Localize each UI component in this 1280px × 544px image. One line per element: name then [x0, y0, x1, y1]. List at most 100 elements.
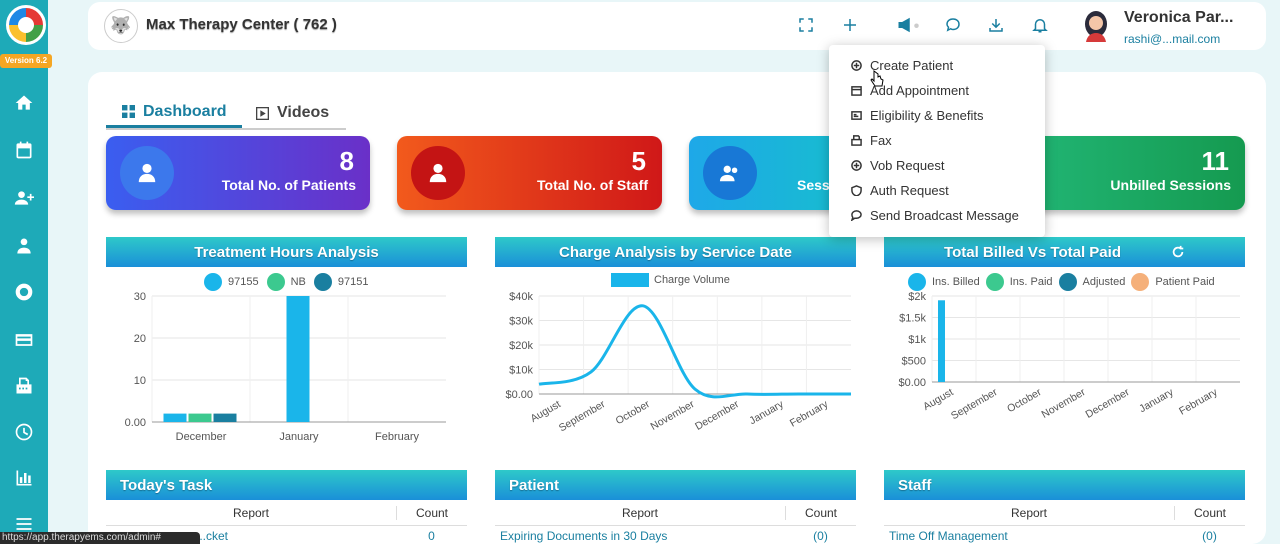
card-total-patients[interactable]: 8 Total No. of Patients — [106, 136, 370, 210]
id-card-icon — [851, 110, 862, 120]
menu-item-label: Vob Request — [870, 157, 945, 173]
tab-videos[interactable]: Videos — [256, 98, 329, 128]
y-tick-label: 30 — [134, 291, 146, 303]
bar — [213, 413, 237, 422]
charge-analysis-title: Charge Analysis by Service Date — [495, 237, 856, 267]
billed-vs-paid-chart: $0.00 $500 $1k $1.5k $2k AugustSeptember Octob… — [898, 291, 1240, 422]
sessions-icon — [703, 146, 757, 200]
report-column-header: Report — [621, 505, 659, 520]
y-tick-label: $2k — [908, 291, 926, 303]
x-tick-label: December — [693, 398, 741, 433]
treatment-hours-panel: Treatment Hours Analysis 97155 NB 97151 … — [106, 237, 467, 447]
x-tick-label: August — [528, 398, 562, 425]
menu-item-eligibility-benefits[interactable]: Eligibility & Benefits — [851, 105, 983, 125]
table-header: Report Count — [495, 500, 856, 526]
x-tick-label: February — [1177, 386, 1220, 418]
billed-vs-paid-header: Total Billed Vs Total Paid — [884, 237, 1245, 267]
calendar-icon[interactable] — [12, 138, 36, 162]
top-bar: 🐺 Max Therapy Center ( 762 ) Veronica Pa… — [88, 2, 1266, 50]
plus-circle-icon — [851, 59, 862, 71]
bell-icon[interactable] — [1031, 16, 1049, 34]
y-tick-label: $1k — [908, 334, 926, 346]
x-tick-label: February — [375, 431, 420, 443]
card-unbilled-sessions[interactable]: 11 Unbilled Sessions — [1030, 136, 1245, 210]
y-tick-label: $20k — [509, 340, 533, 352]
unbilled-count: 11 — [1201, 146, 1230, 176]
table-row[interactable]: Time Off Management (0) — [884, 526, 1245, 544]
menu-item-add-appointment[interactable]: Add Appointment — [851, 80, 969, 100]
x-tick-label: August — [921, 386, 955, 413]
credit-card-icon[interactable] — [12, 328, 36, 352]
menu-item-create-patient[interactable]: Create Patient — [851, 55, 953, 75]
user-name[interactable]: Veronica Par... — [1124, 9, 1233, 27]
x-tick-label: October — [614, 398, 653, 427]
megaphone-icon[interactable] — [893, 16, 925, 34]
users-icon[interactable] — [12, 234, 36, 258]
refresh-icon[interactable] — [1171, 245, 1185, 259]
x-tick-label: January — [1137, 386, 1176, 415]
version-badge: Version 6.2 — [0, 54, 52, 68]
y-tick-label: 20 — [134, 333, 146, 345]
patient-title: Patient — [495, 470, 856, 500]
plus-icon[interactable] — [841, 16, 859, 34]
mouse-cursor-icon — [870, 70, 884, 87]
y-tick-label: $0.00 — [898, 377, 926, 389]
staff-title: Staff — [884, 470, 1245, 500]
organization-logo: 🐺 — [104, 9, 138, 43]
x-tick-label: November — [649, 398, 697, 433]
x-tick-label: December — [1084, 386, 1132, 421]
menu-item-vob-request[interactable]: Vob Request — [851, 155, 944, 175]
chat-icon[interactable] — [944, 16, 962, 34]
shield-icon — [851, 184, 862, 196]
report-column-header: Report — [232, 505, 270, 520]
y-tick-label: $10k — [509, 365, 533, 377]
download-icon[interactable] — [987, 16, 1005, 34]
bar — [188, 413, 212, 422]
x-tick-label: December — [176, 431, 227, 443]
table-row[interactable]: Expiring Documents in 30 Days (0) — [495, 526, 856, 544]
report-cell[interactable]: Expiring Documents in 30 Days — [495, 529, 785, 543]
y-tick-label: $30k — [509, 316, 533, 328]
patient-icon — [120, 146, 174, 200]
count-column-header: Count — [785, 505, 856, 520]
bar-chart-icon[interactable] — [12, 466, 36, 490]
x-tick-label: November — [1040, 386, 1088, 421]
charge-analysis-chart: $0.00 $10k $20k $30k $40k AugustSeptember Octo… — [505, 291, 851, 434]
user-email: rashi@...mail.com — [1124, 32, 1221, 46]
tab-dashboard[interactable]: Dashboard — [106, 98, 242, 128]
tab-videos-label: Videos — [277, 104, 330, 121]
menu-item-auth-request[interactable]: Auth Request — [851, 180, 949, 200]
patients-label: Total No. of Patients — [221, 177, 356, 193]
card-total-staff[interactable]: 5 Total No. of Staff — [397, 136, 662, 210]
calendar-icon — [851, 85, 862, 96]
y-tick-label: $40k — [509, 291, 533, 303]
count-cell: (0) — [813, 529, 828, 543]
staff-icon — [411, 146, 465, 200]
home-icon[interactable] — [12, 91, 36, 115]
count-column-header: Count — [396, 505, 467, 520]
app-logo[interactable] — [6, 5, 46, 45]
menu-item-fax[interactable]: Fax — [851, 130, 892, 150]
menu-item-label: Send Broadcast Message — [870, 207, 1019, 223]
unbilled-label: Unbilled Sessions — [1110, 177, 1231, 193]
fax-icon — [851, 134, 862, 146]
charge-analysis-panel: Charge Analysis by Service Date Charge V… — [495, 237, 856, 447]
fax-icon[interactable] — [12, 374, 36, 398]
add-user-icon[interactable] — [12, 186, 36, 210]
settings-cycle-icon[interactable] — [12, 280, 36, 304]
sidebar: Version 6.2 — [0, 0, 52, 544]
quick-add-menu: Create Patient Add Appointment Eligibili… — [829, 45, 1045, 237]
table-header: Report Count — [884, 500, 1245, 526]
x-tick-label: January — [279, 431, 319, 443]
user-avatar[interactable] — [1082, 10, 1110, 42]
count-cell: (0) — [1202, 529, 1217, 543]
fullscreen-icon[interactable] — [797, 16, 815, 34]
billed-vs-paid-title: Total Billed Vs Total Paid — [944, 243, 1121, 261]
y-tick-label: 0.00 — [125, 417, 146, 429]
clock-icon[interactable] — [12, 420, 36, 444]
staff-label: Total No. of Staff — [537, 177, 648, 193]
menu-item-send-broadcast[interactable]: Send Broadcast Message — [851, 205, 1019, 225]
treatment-hours-title: Treatment Hours Analysis — [106, 237, 467, 267]
report-cell[interactable]: Time Off Management — [884, 529, 1174, 543]
bar — [163, 413, 187, 422]
